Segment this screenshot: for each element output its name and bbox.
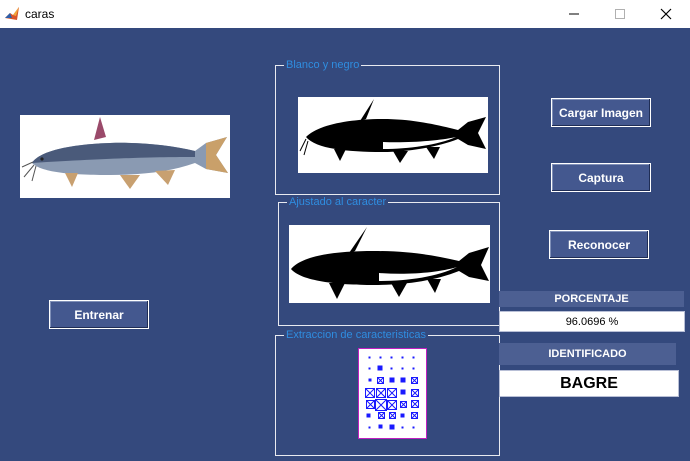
features-panel-title: Extraccion de caracteristicas (284, 328, 428, 342)
features-panel: Extraccion de caracteristicas (275, 328, 500, 456)
matlab-icon (5, 7, 19, 20)
adjusted-fish (289, 225, 490, 303)
title-bar: caras (0, 0, 690, 28)
bw-panel-title: Blanco y negro (284, 58, 362, 72)
load-image-button[interactable]: Cargar Imagen (551, 98, 651, 127)
close-icon (660, 8, 672, 20)
figure-canvas: Blanco y negro Ajustado al caracter Extr… (0, 28, 690, 461)
adjusted-panel: Ajustado al caracter (278, 195, 500, 326)
minimize-button[interactable] (551, 0, 597, 28)
bw-image (298, 97, 488, 173)
window-title: caras (25, 7, 55, 21)
bw-fish (298, 97, 488, 173)
maximize-icon (615, 9, 625, 19)
recognize-button[interactable]: Reconocer (549, 230, 649, 259)
bw-panel: Blanco y negro (275, 58, 500, 195)
feature-map (365, 356, 419, 430)
identified-value: BAGRE (499, 370, 679, 397)
identified-label: IDENTIFICADO (499, 343, 676, 365)
capture-button[interactable]: Captura (551, 163, 651, 192)
maximize-button[interactable] (597, 0, 643, 28)
minimize-icon (569, 13, 579, 15)
feature-grid (358, 348, 427, 439)
adjusted-image (289, 225, 490, 303)
train-button[interactable]: Entrenar (49, 300, 149, 329)
close-button[interactable] (643, 0, 689, 28)
percentage-value: 96.0696 % (499, 311, 685, 332)
percentage-label: PORCENTAJE (499, 291, 684, 307)
adjusted-panel-title: Ajustado al caracter (287, 195, 389, 209)
catfish-photo (20, 115, 230, 198)
original-image (20, 115, 230, 198)
